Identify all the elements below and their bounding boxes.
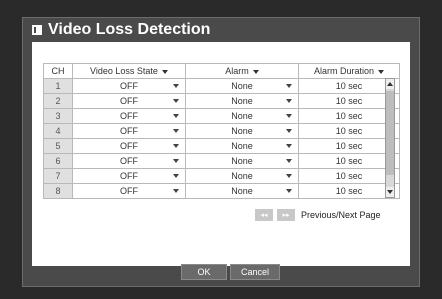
table-row: 8 OFF None 10 sec (43, 183, 400, 199)
channel-table: CH Video Loss State Alarm Alarm Duration… (43, 63, 400, 199)
chevron-down-icon (286, 144, 292, 148)
chevron-down-icon (252, 69, 259, 74)
ok-button[interactable]: OK (181, 264, 227, 280)
chevron-down-icon (173, 144, 179, 148)
alarm-select[interactable]: None (185, 183, 299, 199)
channel-number: 4 (43, 123, 73, 139)
video-loss-state-select-value: OFF (120, 96, 138, 106)
chevron-down-icon (173, 84, 179, 88)
video-loss-state-select[interactable]: OFF (72, 93, 186, 109)
scroll-up-icon[interactable] (386, 79, 394, 89)
scroll-down-icon[interactable] (386, 187, 394, 197)
alarm-duration-select-value: 10 sec (335, 156, 363, 166)
video-loss-state-select-value: OFF (120, 81, 138, 91)
chevron-down-icon (173, 114, 179, 118)
alarm-select-value: None (231, 141, 253, 151)
chevron-down-icon (173, 174, 179, 178)
chevron-down-icon (286, 114, 292, 118)
video-loss-state-select[interactable]: OFF (72, 123, 186, 139)
pager: ◂◂ ▸▸ Previous/Next Page (255, 209, 381, 221)
alarm-select[interactable]: None (185, 168, 299, 184)
alarm-select-value: None (231, 81, 253, 91)
channel-number: 7 (43, 168, 73, 184)
alarm-select[interactable]: None (185, 93, 299, 109)
title-bar: Video Loss Detection (23, 18, 419, 42)
chevron-down-icon (173, 159, 179, 163)
video-loss-state-select-value: OFF (120, 111, 138, 121)
table-scrollbar[interactable] (385, 78, 395, 198)
alarm-select-value: None (231, 186, 253, 196)
video-loss-state-select[interactable]: OFF (72, 153, 186, 169)
table-row: 3 OFF None 10 sec (43, 108, 400, 124)
chevron-down-icon (378, 69, 385, 74)
video-loss-dialog: Video Loss Detection CH Video Loss State… (22, 17, 420, 287)
alarm-duration-select-value: 10 sec (335, 126, 363, 136)
chevron-down-icon (286, 84, 292, 88)
alarm-duration-select-value: 10 sec (335, 141, 363, 151)
chevron-down-icon (286, 129, 292, 133)
menu-icon (32, 25, 42, 35)
chevron-down-icon (173, 99, 179, 103)
page-title: Video Loss Detection (48, 21, 211, 38)
settings-panel: CH Video Loss State Alarm Alarm Duration… (32, 42, 410, 266)
ch-header: CH (43, 63, 73, 79)
alarm-duration-select-value: 10 sec (335, 186, 363, 196)
chevron-down-icon (286, 99, 292, 103)
alarm-select[interactable]: None (185, 78, 299, 94)
channel-number: 3 (43, 108, 73, 124)
previous-page-button[interactable]: ◂◂ (255, 209, 273, 221)
alarm-header[interactable]: Alarm (185, 63, 299, 79)
video-loss-state-select[interactable]: OFF (72, 138, 186, 154)
alarm-duration-select-value: 10 sec (335, 96, 363, 106)
table-row: 7 OFF None 10 sec (43, 168, 400, 184)
alarm-duration-select-value: 10 sec (335, 111, 363, 121)
table-row: 6 OFF None 10 sec (43, 153, 400, 169)
channel-number: 5 (43, 138, 73, 154)
chevron-down-icon (173, 189, 179, 193)
alarm-select[interactable]: None (185, 153, 299, 169)
alarm-duration-select-value: 10 sec (335, 171, 363, 181)
next-page-button[interactable]: ▸▸ (277, 209, 295, 221)
chevron-down-icon (286, 189, 292, 193)
video-loss-state-select-value: OFF (120, 141, 138, 151)
video-loss-state-select[interactable]: OFF (72, 108, 186, 124)
pager-label: Previous/Next Page (301, 210, 381, 220)
video-loss-state-header[interactable]: Video Loss State (72, 63, 186, 79)
video-loss-state-select-value: OFF (120, 171, 138, 181)
table-row: 5 OFF None 10 sec (43, 138, 400, 154)
alarm-select[interactable]: None (185, 108, 299, 124)
channel-number: 2 (43, 93, 73, 109)
video-loss-state-select-value: OFF (120, 156, 138, 166)
table-row: 2 OFF None 10 sec (43, 93, 400, 109)
table-row: 1 OFF None 10 sec (43, 78, 400, 94)
table-row: 4 OFF None 10 sec (43, 123, 400, 139)
alarm-duration-header[interactable]: Alarm Duration (298, 63, 400, 79)
chevron-down-icon (286, 159, 292, 163)
alarm-select-value: None (231, 171, 253, 181)
chevron-down-icon (286, 174, 292, 178)
channel-number: 1 (43, 78, 73, 94)
video-loss-state-select[interactable]: OFF (72, 168, 186, 184)
channel-number: 8 (43, 183, 73, 199)
video-loss-state-select[interactable]: OFF (72, 78, 186, 94)
alarm-select-value: None (231, 126, 253, 136)
channel-number: 6 (43, 153, 73, 169)
video-loss-state-select-value: OFF (120, 186, 138, 196)
alarm-select-value: None (231, 96, 253, 106)
scroll-thumb[interactable] (386, 91, 394, 175)
video-loss-state-select[interactable]: OFF (72, 183, 186, 199)
alarm-select[interactable]: None (185, 123, 299, 139)
alarm-duration-select-value: 10 sec (335, 81, 363, 91)
alarm-select[interactable]: None (185, 138, 299, 154)
cancel-button[interactable]: Cancel (230, 264, 280, 280)
chevron-down-icon (161, 69, 168, 74)
alarm-select-value: None (231, 111, 253, 121)
chevron-down-icon (173, 129, 179, 133)
video-loss-state-select-value: OFF (120, 126, 138, 136)
alarm-select-value: None (231, 156, 253, 166)
